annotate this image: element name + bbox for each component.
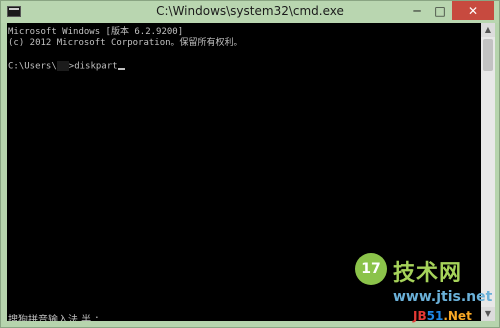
- watermark-url: www.jtis.net: [393, 289, 493, 305]
- watermark-jb51: JB51.Net: [413, 309, 472, 323]
- close-button[interactable]: ✕: [452, 1, 494, 20]
- watermark-logo-icon: 17: [355, 253, 387, 285]
- scroll-thumb[interactable]: [483, 39, 493, 71]
- minimize-button[interactable]: ─: [406, 1, 428, 20]
- console-prompt-line: C:\Users\ >diskpart: [8, 61, 125, 72]
- redacted-username: [56, 61, 69, 71]
- site-watermark: 17 技术网 www.jtis.net JB51.Net: [355, 249, 495, 325]
- prompt-command: >diskpart: [68, 61, 118, 72]
- console-version-line: Microsoft Windows [版本 6.2.9200]: [8, 27, 184, 37]
- watermark-brand: 技术网: [393, 261, 463, 286]
- maximize-button[interactable]: □: [429, 1, 451, 20]
- title-bar[interactable]: C:\Windows\system32\cmd.exe ─ □ ✕: [1, 1, 499, 23]
- text-cursor: [117, 67, 125, 70]
- console-copyright-line: (c) 2012 Microsoft Corporation。保留所有权利。: [8, 38, 243, 48]
- cmd-window: C:\Windows\system32\cmd.exe ─ □ ✕ Micros…: [0, 0, 500, 328]
- ime-status: 搜狗拼音输入法 半 ：: [8, 315, 105, 321]
- scroll-up-icon[interactable]: ▲: [481, 23, 495, 37]
- prompt-prefix: C:\Users\: [8, 61, 57, 72]
